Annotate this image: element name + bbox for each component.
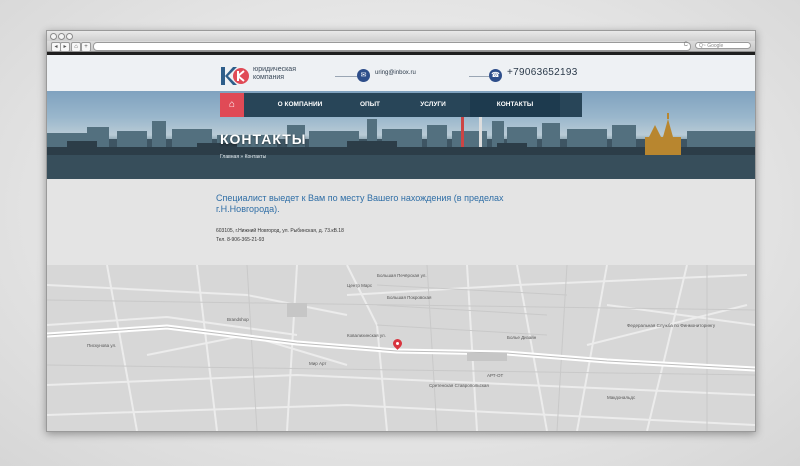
map-label: Центр Марс (347, 283, 373, 288)
forward-button[interactable]: ▸ (60, 42, 70, 52)
envelope-icon: ✉ (357, 69, 370, 82)
site-header: юридическая компания ✉ uring@inbox.ru ☎ … (47, 55, 755, 91)
contact-content: Специалист выедет к Вам по месту Вашего … (47, 179, 755, 265)
map-label: Большая Покровская (387, 295, 432, 300)
home-icon: ⌂ (228, 99, 236, 110)
map-label: Федеральная Служба по Финмониторингу (627, 323, 716, 328)
map-label: АРТ-ОТ (487, 373, 504, 378)
map-roads (47, 265, 755, 431)
reload-icon[interactable]: C (684, 42, 688, 48)
contact-address: 603105, г.Нижний Новгород, ул. Рыбинская… (216, 228, 344, 234)
browser-search-input[interactable]: Q~ Google (695, 42, 751, 49)
page-banner: ⌂ О КОМПАНИИ ОПЫТ УСЛУГИ КОНТАКТЫ КОНТАК… (47, 91, 755, 179)
main-nav: ⌂ О КОМПАНИИ ОПЫТ УСЛУГИ КОНТАКТЫ (220, 93, 582, 117)
nav-item-contacts[interactable]: КОНТАКТЫ (470, 93, 560, 117)
nav-item-services[interactable]: УСЛУГИ (400, 93, 466, 117)
header-phone[interactable]: +79063652193 (507, 67, 578, 78)
company-logo[interactable] (221, 65, 249, 87)
breadcrumb-current: Контакты (244, 154, 267, 160)
phone-icon: ☎ (489, 69, 502, 82)
maximize-window-icon[interactable] (66, 33, 73, 40)
nav-home-button[interactable]: ⌂ (220, 93, 244, 117)
logo-text-line2: компания (253, 74, 285, 81)
close-window-icon[interactable] (50, 33, 57, 40)
url-bar[interactable]: C (93, 42, 691, 51)
contact-phone: Тел. 8-906-365-21-93 (216, 237, 265, 243)
map-label: Большая Печёрская ул. (377, 273, 427, 278)
map-label: Болье Дизайн (507, 335, 537, 340)
map-label: Пискунова ул. (87, 343, 117, 348)
browser-toolbar: ◂ ▸ ⌂ + C Q~ Google (47, 41, 755, 52)
map-label: Brandshop (227, 317, 249, 322)
new-tab-button[interactable]: + (81, 42, 91, 52)
browser-window: ◂ ▸ ⌂ + C Q~ Google юридическая компания… (46, 30, 756, 432)
map-label: Сретенская Ставропольская (429, 383, 489, 388)
map-label: Ковалихинская ул. (347, 333, 386, 338)
nav-item-about[interactable]: О КОМПАНИИ (260, 93, 340, 117)
breadcrumb-separator: » (240, 154, 244, 160)
nav-item-experience[interactable]: ОПЫТ (340, 93, 400, 117)
phone-divider-line (469, 76, 489, 77)
map-marker-dot (396, 342, 399, 345)
breadcrumb: Главная » Контакты (220, 154, 266, 160)
contact-intro-text: Специалист выедет к Вам по месту Вашего … (216, 193, 504, 214)
logo-text-line1: юридическая (253, 66, 296, 73)
map-label: Макдональдс (607, 395, 636, 400)
breadcrumb-home-link[interactable]: Главная (220, 154, 239, 160)
email-divider-line (335, 76, 357, 77)
header-email[interactable]: uring@inbox.ru (375, 70, 416, 76)
page-title: КОНТАКТЫ (220, 131, 307, 147)
minimize-window-icon[interactable] (58, 33, 65, 40)
browser-titlebar (47, 31, 755, 41)
website: юридическая компания ✉ uring@inbox.ru ☎ … (47, 55, 755, 431)
map-label: Мир Арт (309, 361, 327, 366)
location-map[interactable]: Большая Печёрская ул. Центр Марс Большая… (47, 265, 755, 431)
logo-text: юридическая компания (253, 66, 313, 82)
home-button[interactable]: ⌂ (71, 42, 81, 52)
